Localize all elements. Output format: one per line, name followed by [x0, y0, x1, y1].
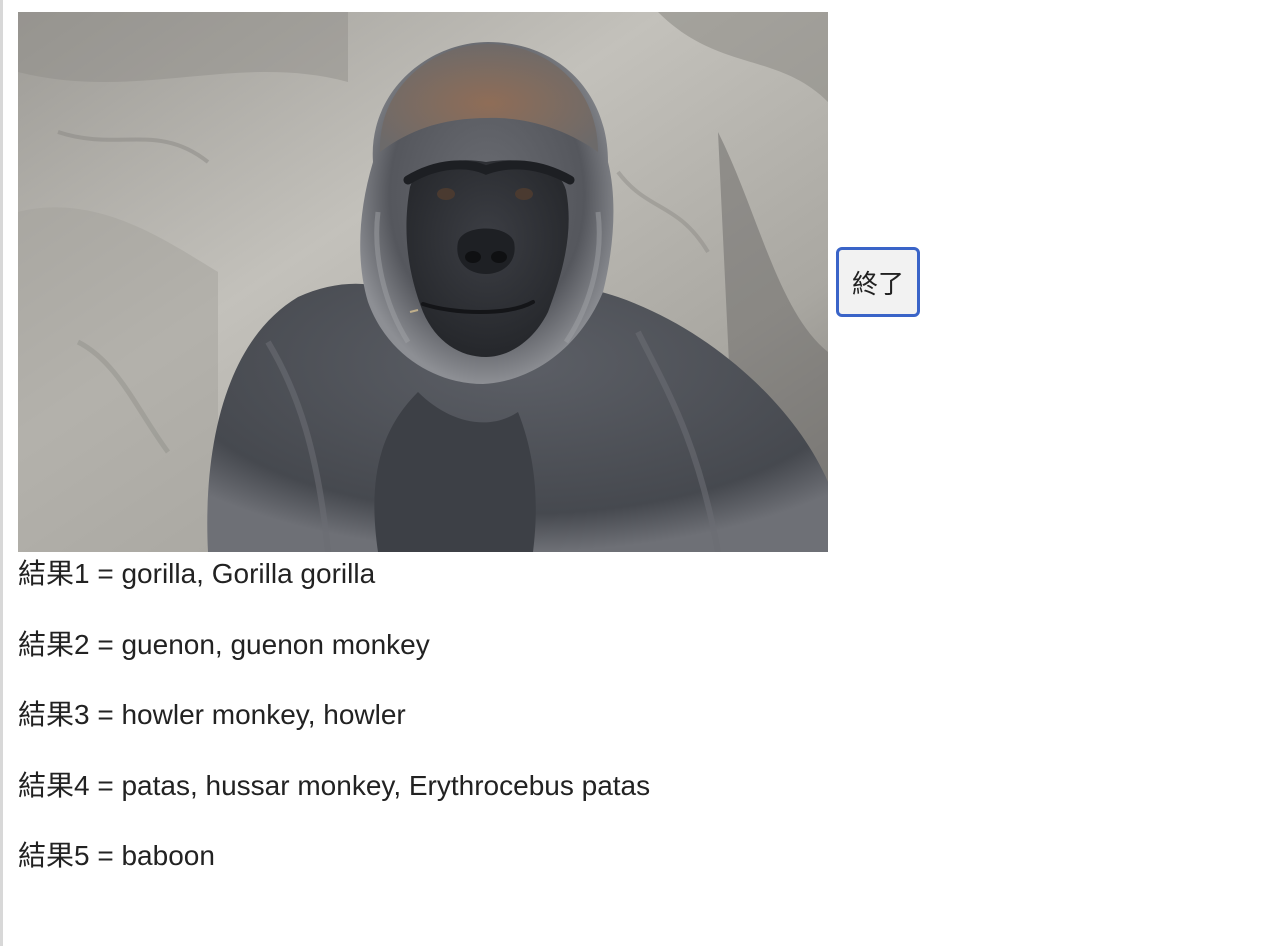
result-item-1: 結果1 = gorilla, Gorilla gorilla: [18, 558, 376, 589]
result-item-5: 結果5 = baboon: [18, 840, 215, 871]
end-button[interactable]: 終了: [836, 247, 920, 317]
result-item-4: 結果4 = patas, hussar monkey, Erythrocebus…: [18, 769, 651, 801]
classified-image: [18, 12, 828, 552]
result-item-2: 結果2 = guenon, guenon monkey: [18, 628, 430, 660]
result-item-3: 結果3 = howler monkey, howler: [18, 699, 406, 730]
image-and-action-row: 終了: [18, 12, 920, 552]
results-list: 結果1 = gorilla, Gorilla gorilla 結果2 = gue…: [18, 556, 918, 909]
window-left-edge: [0, 0, 3, 946]
